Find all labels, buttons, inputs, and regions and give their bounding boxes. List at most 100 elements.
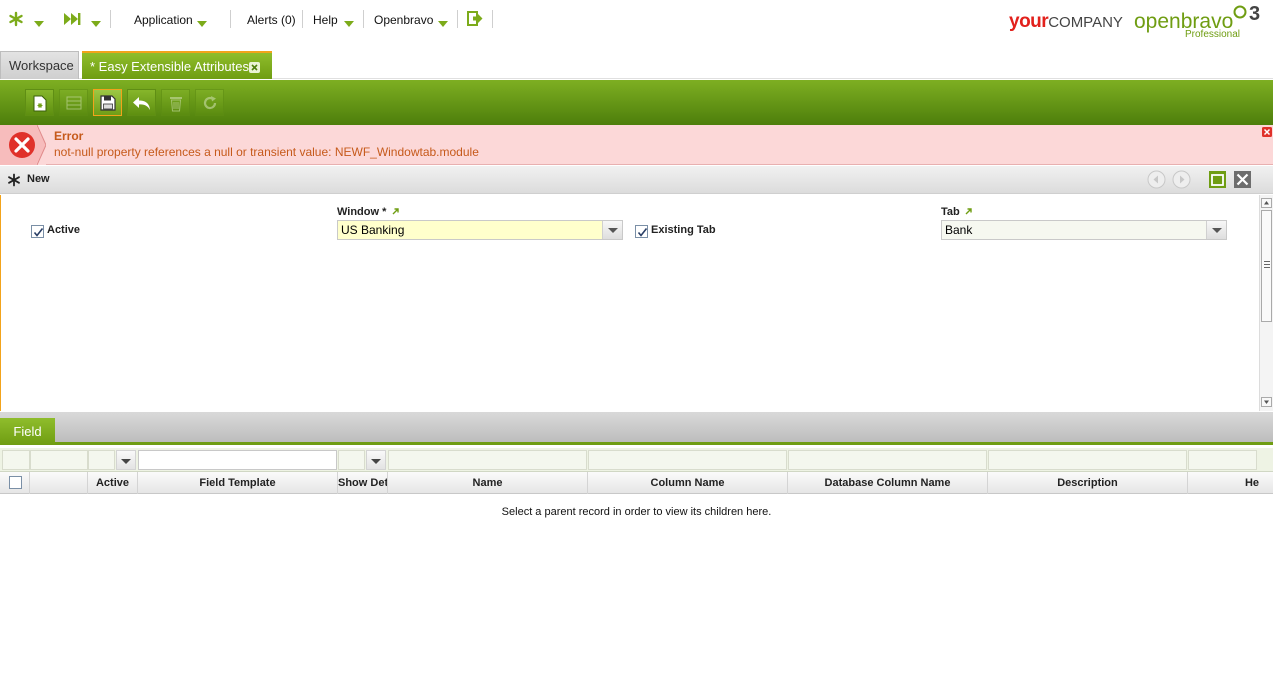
save-icon xyxy=(100,95,116,111)
form-toolbar xyxy=(0,80,1273,125)
close-tab-icon[interactable] xyxy=(249,62,260,73)
help-dropdown-icon[interactable] xyxy=(344,16,354,30)
tab-workspace-label: Workspace xyxy=(9,58,74,73)
column-header-help[interactable]: He xyxy=(1188,472,1273,494)
company-logo-your: your xyxy=(1009,11,1049,32)
tab-field-label: Tab xyxy=(941,206,960,218)
checkmark-icon xyxy=(637,228,648,237)
window-combo[interactable]: US Banking xyxy=(337,220,623,240)
filter-field-template[interactable] xyxy=(138,450,337,470)
new-record-button[interactable] xyxy=(25,89,54,116)
tab-active-label: * Easy Extensible Attributes xyxy=(90,59,249,74)
error-message-bar: Error not-null property references a nul… xyxy=(0,125,1273,165)
column-header-active[interactable]: Active xyxy=(88,472,138,494)
window-value: US Banking xyxy=(341,223,405,237)
filter-show-detail[interactable] xyxy=(338,450,365,470)
grid-empty-message: Select a parent record in order to view … xyxy=(501,506,772,518)
close-error-icon[interactable] xyxy=(1262,127,1272,137)
help-menu[interactable]: Help xyxy=(313,12,338,28)
column-header-name[interactable]: Name xyxy=(388,472,588,494)
quick-launch-dropdown-icon[interactable] xyxy=(34,16,44,30)
tab-value: Bank xyxy=(945,223,973,237)
error-icon-box xyxy=(0,125,46,165)
nav-separator xyxy=(457,10,458,28)
filter-name[interactable] xyxy=(388,450,587,470)
maximize-icon[interactable] xyxy=(1208,170,1227,189)
tab-easy-extensible-attributes[interactable]: * Easy Extensible Attributes xyxy=(82,51,272,79)
company-logo: yourCOMPANY xyxy=(1009,11,1123,34)
tab-dropdown-button[interactable] xyxy=(1206,221,1226,239)
nav-separator xyxy=(302,10,303,28)
tab-combo[interactable]: Bank xyxy=(941,220,1227,240)
active-checkbox[interactable] xyxy=(31,225,44,238)
field-grid: Active Field Template Show Det Name Colu… xyxy=(0,448,1273,682)
next-record-icon[interactable] xyxy=(1172,170,1191,189)
tab-link-icon[interactable] xyxy=(965,208,972,215)
nav-separator xyxy=(110,10,111,28)
alerts-link[interactable]: Alerts (0) xyxy=(247,12,296,28)
tab-field[interactable]: Field xyxy=(0,418,55,445)
grid-row-icon xyxy=(66,96,82,110)
new-record-icon xyxy=(8,173,20,187)
window-dropdown-button[interactable] xyxy=(602,221,622,239)
new-row-button[interactable] xyxy=(59,89,88,116)
window-tab-bar: Workspace * Easy Extensible Attributes xyxy=(0,48,1273,79)
nav-separator xyxy=(492,10,493,28)
form-scrollbar[interactable] xyxy=(1259,195,1273,411)
openbravo-logo-swirl-icon xyxy=(1233,5,1247,19)
undo-icon xyxy=(133,97,150,110)
child-tab-bar: Field xyxy=(0,412,1273,445)
chevron-down-icon xyxy=(371,459,381,464)
grid-header-row: Active Field Template Show Det Name Colu… xyxy=(0,472,1273,494)
window-link-icon[interactable] xyxy=(392,208,399,215)
filter-show-detail-dropdown[interactable] xyxy=(366,450,386,470)
close-form-icon[interactable] xyxy=(1233,170,1252,189)
quick-create-dropdown-icon[interactable] xyxy=(91,16,101,30)
new-document-icon xyxy=(33,95,47,112)
column-header-database-column-name[interactable]: Database Column Name xyxy=(788,472,988,494)
scroll-thumb[interactable] xyxy=(1261,210,1272,322)
column-header-actions xyxy=(30,472,88,494)
undo-button[interactable] xyxy=(127,89,156,116)
quick-launch-icon[interactable] xyxy=(8,11,24,27)
select-all-checkbox[interactable] xyxy=(9,476,22,489)
openbravo-edition: Professional xyxy=(1185,29,1241,40)
refresh-button[interactable] xyxy=(195,89,224,116)
save-button[interactable] xyxy=(93,89,122,116)
top-navbar: Application Alerts (0) Help Openbravo yo… xyxy=(0,0,1273,48)
scroll-down-icon[interactable] xyxy=(1261,397,1272,407)
error-icon xyxy=(9,125,46,165)
filter-cell-select xyxy=(2,450,30,470)
column-header-column-name[interactable]: Column Name xyxy=(588,472,788,494)
existing-tab-checkbox[interactable] xyxy=(635,225,648,238)
filter-database-column-name[interactable] xyxy=(788,450,987,470)
user-dropdown-icon[interactable] xyxy=(438,16,448,30)
select-all-cell xyxy=(0,472,30,494)
chevron-down-icon xyxy=(1212,228,1222,233)
filter-help[interactable] xyxy=(1188,450,1257,470)
filter-column-name[interactable] xyxy=(588,450,787,470)
column-header-description[interactable]: Description xyxy=(988,472,1188,494)
window-label: Window * xyxy=(337,206,387,218)
quick-create-icon[interactable] xyxy=(63,12,81,26)
logout-icon[interactable] xyxy=(467,11,483,26)
error-title: Error xyxy=(54,129,84,143)
nav-separator xyxy=(230,10,231,28)
trash-icon xyxy=(170,97,182,112)
filter-active[interactable] xyxy=(88,450,115,470)
filter-description[interactable] xyxy=(988,450,1187,470)
user-menu[interactable]: Openbravo xyxy=(374,12,433,28)
active-label: Active xyxy=(47,224,81,236)
delete-button[interactable] xyxy=(161,89,190,116)
application-menu[interactable]: Application xyxy=(134,12,193,28)
filter-active-dropdown[interactable] xyxy=(116,450,136,470)
previous-record-icon[interactable] xyxy=(1147,170,1166,189)
column-header-show-detail[interactable]: Show Det xyxy=(338,472,388,494)
record-form: Active Window * US Banking Existing Tab … xyxy=(0,195,1259,411)
openbravo-version: 3 xyxy=(1249,3,1261,25)
application-dropdown-icon[interactable] xyxy=(197,16,207,30)
scroll-up-icon[interactable] xyxy=(1261,198,1272,208)
tab-workspace[interactable]: Workspace xyxy=(0,51,79,79)
column-header-field-template[interactable]: Field Template xyxy=(138,472,338,494)
chevron-down-icon xyxy=(608,228,618,233)
